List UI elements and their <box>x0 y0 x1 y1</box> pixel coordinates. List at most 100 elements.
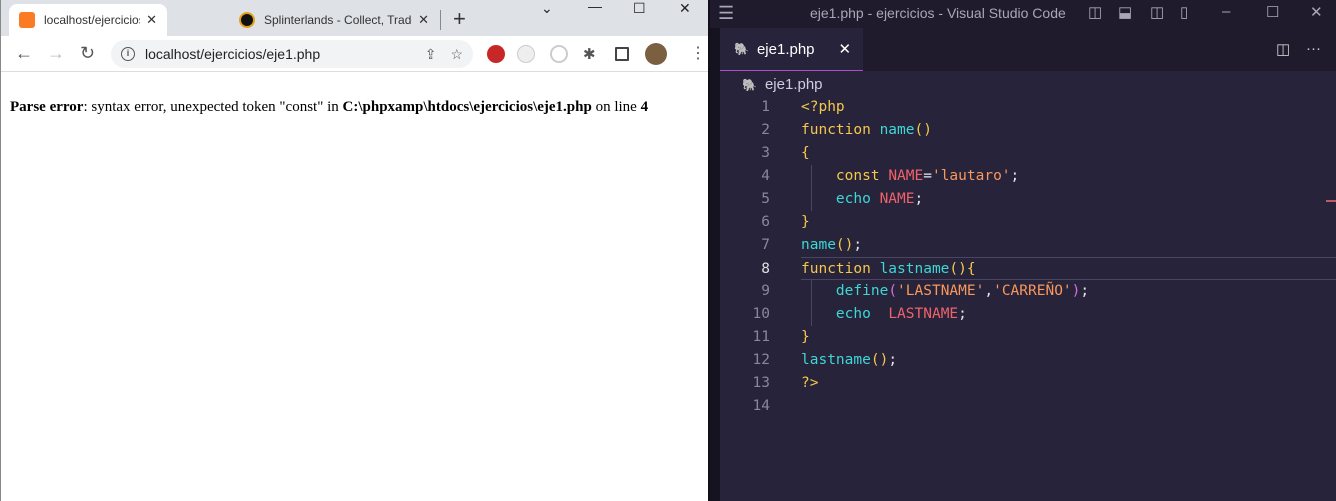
code-token: ; <box>914 191 924 207</box>
code-line[interactable]: 12 lastname(); <box>720 349 1336 372</box>
code-line[interactable]: 8 function lastname(){ <box>761 257 1336 281</box>
line-text: function lastname(){ <box>801 258 976 281</box>
editor-tabs: 🐘 eje1.php ✕ ◫ ··· <box>720 28 1336 71</box>
line-text: define('LASTNAME','CARREÑO'); <box>801 280 1089 303</box>
reload-button[interactable]: ↻ <box>80 43 95 64</box>
code-token: ; <box>888 352 898 368</box>
code-token: { <box>801 145 810 161</box>
line-text: echo LASTNAME; <box>801 303 967 326</box>
code-line[interactable]: 14 <box>720 395 1336 418</box>
toggle-panel-icon[interactable]: ⬓ <box>1118 3 1132 21</box>
line-number: 8 <box>761 261 770 277</box>
close-tab-icon[interactable]: ✕ <box>418 12 429 28</box>
info-icon[interactable]: i <box>121 47 135 61</box>
line-number: 11 <box>752 329 770 345</box>
code-token: function <box>801 261 880 277</box>
tab-strip: localhost/ejercicios/eje1.php ✕ Splinter… <box>1 0 708 36</box>
tab-localhost[interactable]: localhost/ejercicios/eje1.php ✕ <box>9 4 167 36</box>
menu-dots-icon[interactable]: ⋮ <box>690 43 706 63</box>
php-elephant-icon: 🐘 <box>734 42 749 56</box>
address-bar[interactable]: i localhost/ejercicios/eje1.php ⇪ ☆ <box>111 40 473 68</box>
minimize-button[interactable]: — <box>588 0 602 14</box>
forward-button[interactable]: → <box>47 43 65 64</box>
line-number: 13 <box>752 375 770 391</box>
title-bar: ☰ eje1.php - ejercicios - Visual Studio … <box>710 0 1336 28</box>
line-number: 6 <box>761 214 770 230</box>
bookmark-star-icon[interactable]: ☆ <box>450 46 463 63</box>
code-token: define <box>801 283 889 299</box>
line-number: 7 <box>761 237 770 253</box>
avatar[interactable] <box>645 43 667 65</box>
code-token: echo <box>801 191 880 207</box>
code-line[interactable]: 5 echo NAME; <box>720 188 1336 211</box>
code-token: } <box>801 214 810 230</box>
code-token: echo <box>801 306 889 322</box>
code-line[interactable]: 4 const NAME='lautaro'; <box>720 165 1336 188</box>
browser-window: localhost/ejercicios/eje1.php ✕ Splinter… <box>0 0 708 501</box>
code-token: (){ <box>949 261 976 277</box>
line-text: { <box>801 142 810 165</box>
tab-splinterlands[interactable]: Splinterlands - Collect, Trade ✕ <box>229 4 439 36</box>
maximize-button[interactable]: ☐ <box>1266 3 1279 21</box>
back-button[interactable]: ← <box>15 43 33 64</box>
error-message: : syntax error, unexpected token "const"… <box>83 99 343 115</box>
code-editor[interactable]: 1 <?php 2 function name() 3{4 const NAME='la… <box>720 96 1336 418</box>
line-text: <?php <box>801 96 845 119</box>
toggle-sidebar-icon[interactable]: ◫ <box>1088 3 1102 21</box>
code-token: lastname <box>879 261 950 277</box>
code-token: ; <box>853 237 863 253</box>
code-line[interactable]: 7 name(); <box>720 234 1336 257</box>
hamburger-menu-icon[interactable]: ☰ <box>718 3 734 24</box>
close-tab-icon[interactable]: ✕ <box>839 40 852 58</box>
code-token: () <box>914 122 932 138</box>
extension-react-icon[interactable] <box>517 45 535 63</box>
xampp-icon <box>19 12 35 28</box>
share-icon[interactable]: ⇪ <box>425 46 437 63</box>
code-line[interactable]: 2 function name() <box>720 119 1336 142</box>
close-window-button[interactable]: ✕ <box>679 0 691 17</box>
close-window-button[interactable]: ✕ <box>1310 3 1323 21</box>
code-token: NAME <box>888 168 924 184</box>
code-line[interactable]: 13 ?> <box>720 372 1336 395</box>
editor-tab-eje1[interactable]: 🐘 eje1.php ✕ <box>720 28 863 71</box>
code-token: ; <box>958 306 967 322</box>
error-label: Parse error <box>10 99 84 115</box>
url-text: localhost/ejercicios/eje1.php <box>145 46 321 62</box>
breadcrumb[interactable]: 🐘 eje1.php <box>742 76 823 93</box>
extensions-puzzle-icon[interactable]: ✱ <box>583 45 596 63</box>
extension-icon[interactable] <box>550 45 568 63</box>
tab-title: Splinterlands - Collect, Trade <box>264 13 413 27</box>
extension-icon[interactable] <box>487 45 505 63</box>
code-line[interactable]: 1 <?php <box>720 96 1336 119</box>
code-token: = <box>923 168 932 184</box>
split-editor-icon[interactable]: ◫ <box>1276 40 1290 58</box>
error-on-line: on line <box>591 99 641 115</box>
code-token: ; <box>1010 168 1020 184</box>
code-token: lastname <box>801 352 871 368</box>
minimize-button[interactable]: – <box>1222 3 1230 20</box>
new-tab-button[interactable]: + <box>453 6 466 32</box>
window-title: eje1.php - ejercicios - Visual Studio Co… <box>810 5 1066 21</box>
code-token: 'lautaro' <box>931 168 1011 184</box>
code-token: () <box>870 352 889 368</box>
code-line[interactable]: 10 echo LASTNAME; <box>720 303 1336 326</box>
customize-layout-icon[interactable]: ▯ <box>1180 3 1188 21</box>
code-line[interactable]: 3{ <box>720 142 1336 165</box>
close-tab-icon[interactable]: ✕ <box>146 12 157 28</box>
line-text: const NAME='lautaro'; <box>801 165 1019 188</box>
code-line[interactable]: 9 define('LASTNAME','CARREÑO'); <box>720 280 1336 303</box>
code-line[interactable]: 11} <box>720 326 1336 349</box>
side-panel-icon[interactable] <box>615 47 629 61</box>
code-line[interactable]: 6} <box>720 211 1336 234</box>
code-token: , <box>984 283 994 299</box>
code-token: 'LASTNAME' <box>897 283 985 299</box>
maximize-button[interactable]: ☐ <box>633 0 646 17</box>
line-number: 1 <box>761 99 770 115</box>
tab-search-chevron-icon[interactable]: ⌄ <box>541 0 553 17</box>
code-token: ( <box>888 283 898 299</box>
more-actions-icon[interactable]: ··· <box>1306 40 1321 57</box>
line-number: 5 <box>761 191 770 207</box>
toggle-secondary-sidebar-icon[interactable]: ◫ <box>1150 3 1164 21</box>
line-text: function name() <box>801 119 932 142</box>
error-line-number: 4 <box>640 99 649 115</box>
